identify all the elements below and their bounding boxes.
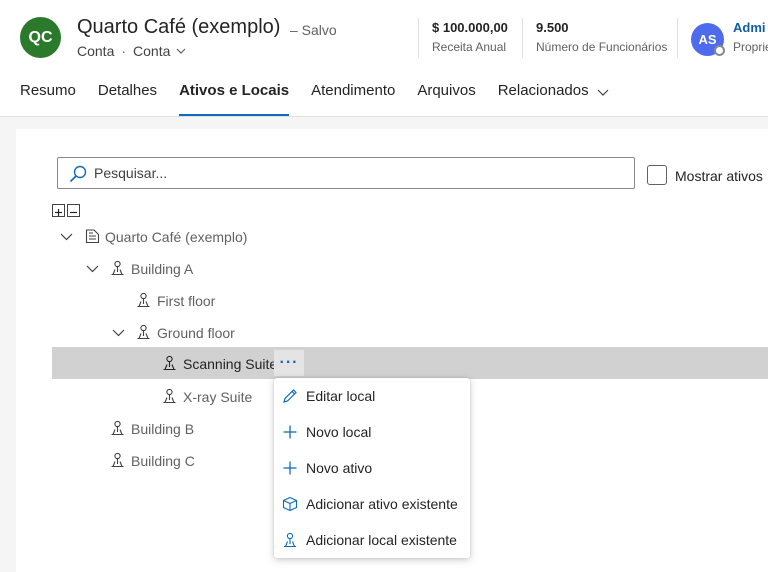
account-icon (85, 229, 100, 244)
location-icon (284, 532, 296, 548)
tree-node-location[interactable]: Ground floor (52, 316, 768, 348)
owner-name-link[interactable]: Admi (733, 20, 766, 35)
kpi-divider (677, 18, 678, 58)
tree-node-label: First floor (157, 293, 216, 309)
location-icon (111, 420, 124, 436)
tree-node-label: Scanning Suite (183, 356, 278, 372)
location-icon (163, 388, 176, 404)
breadcrumb-separator: · (121, 43, 127, 59)
tab-ativos-e-locais[interactable]: Ativos e Locais (179, 82, 290, 116)
show-assets-checkbox[interactable] (647, 165, 667, 185)
location-icon (111, 260, 124, 276)
search-box[interactable] (57, 157, 635, 189)
tree-node-label: Ground floor (157, 325, 235, 341)
tree-node-location[interactable]: First floor (52, 284, 768, 316)
menu-item-edit-location[interactable]: Editar local (274, 378, 470, 414)
record-avatar: QC (20, 17, 61, 58)
presence-status-icon (714, 45, 725, 56)
tree-node-location-selected[interactable]: Scanning Suite ··· (52, 347, 768, 379)
form-selector[interactable]: Conta (133, 43, 170, 59)
menu-item-new-asset[interactable]: Novo ativo (274, 450, 470, 486)
chevron-down-icon[interactable] (60, 230, 73, 243)
tab-detalhes[interactable]: Detalhes (98, 82, 157, 116)
search-input[interactable] (94, 163, 624, 183)
minus-icon (70, 211, 77, 214)
plus-icon (283, 461, 297, 475)
kpi-employees: 9.500 Número de Funcionários (536, 20, 668, 54)
tree-node-label: Building A (131, 261, 194, 277)
search-icon (69, 165, 87, 183)
chevron-down-icon[interactable] (86, 262, 99, 275)
tab-arquivos[interactable]: Arquivos (417, 82, 475, 116)
context-menu: Editar local Novo local Novo ativo Adici… (274, 378, 470, 558)
location-icon (137, 324, 150, 340)
tree-node-label: Quarto Café (exemplo) (105, 229, 248, 245)
record-title: Quarto Café (exemplo) (77, 16, 281, 38)
chevron-down-icon (597, 89, 609, 96)
menu-item-add-existing-location[interactable]: Adicionar local existente (274, 522, 470, 558)
plus-icon (55, 209, 62, 216)
kpi-annual-revenue: $ 100.000,00 Receita Anual (432, 20, 508, 54)
cube-icon (282, 496, 298, 512)
breadcrumb: Conta · Conta (77, 43, 186, 59)
show-assets-label: Mostrar ativos (675, 168, 763, 184)
expand-all-button[interactable] (52, 204, 65, 217)
chevron-down-icon[interactable] (176, 46, 186, 56)
kpi-divider (418, 18, 419, 58)
tree-node-label: X-ray Suite (183, 389, 253, 405)
save-status: – Salvo (290, 22, 337, 38)
tab-bar: Resumo Detalhes Ativos e Locais Atendime… (20, 82, 631, 116)
tree-node-account[interactable]: Quarto Café (exemplo) (52, 220, 768, 252)
tree-node-label: Building C (131, 453, 195, 469)
plus-icon (283, 425, 297, 439)
pencil-icon (283, 389, 297, 403)
tree-node-location[interactable]: Building A (52, 252, 768, 284)
collapse-all-button[interactable] (67, 204, 80, 217)
location-icon (111, 452, 124, 468)
location-icon (163, 355, 176, 371)
more-options-button[interactable]: ··· (274, 350, 304, 376)
menu-item-add-existing-asset[interactable]: Adicionar ativo existente (274, 486, 470, 522)
record-header: QC Quarto Café (exemplo) – Salvo Conta ·… (0, 0, 768, 76)
tab-relacionados[interactable]: Relacionados (498, 82, 609, 116)
menu-item-new-location[interactable]: Novo local (274, 414, 470, 450)
tab-resumo[interactable]: Resumo (20, 82, 76, 116)
entity-name: Conta (77, 43, 115, 59)
tree-node-label: Building B (131, 421, 195, 437)
tab-atendimento[interactable]: Atendimento (311, 82, 395, 116)
chevron-down-icon[interactable] (112, 326, 125, 339)
owner-role-label: Proprie (733, 40, 768, 54)
kpi-divider (522, 18, 523, 58)
location-icon (137, 292, 150, 308)
